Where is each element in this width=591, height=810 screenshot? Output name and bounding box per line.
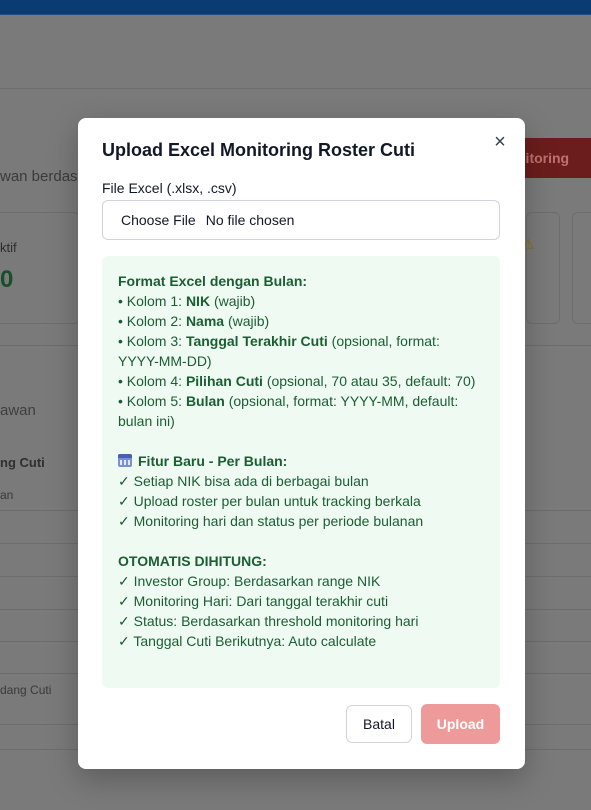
section-title: awan [0, 402, 36, 419]
auto-item: ✓ Monitoring Hari: Dari tanggal terakhir… [118, 593, 389, 609]
close-icon[interactable]: × [490, 132, 510, 152]
stat-card [526, 212, 560, 324]
file-status-text: No file chosen [205, 212, 295, 228]
auto-item: ✓ Tanggal Cuti Berikutnya: Auto calculat… [118, 633, 377, 649]
stat-card-value: 0 [0, 266, 14, 293]
feature-item: ✓ Setiap NIK bisa ada di berbagai bulan [118, 473, 369, 489]
auto-item: ✓ Investor Group: Berdasarkan range NIK [118, 573, 381, 589]
table-cell: an [0, 488, 14, 502]
file-field-label: File Excel (.xlsx, .csv) [102, 180, 237, 196]
auto-heading: OTOMATIS DIHITUNG: [118, 553, 267, 569]
feature-item: ✓ Monitoring hari dan status per periode… [118, 513, 424, 529]
stat-card [572, 212, 591, 324]
format-item-col1: • Kolom 1: NIK (wajib) [118, 293, 256, 309]
format-info-box: Format Excel dengan Bulan: • Kolom 1: NI… [102, 256, 500, 688]
calendar-icon [118, 454, 132, 467]
format-item-col4: • Kolom 4: Pilihan Cuti (opsional, 70 at… [118, 373, 476, 389]
feature-item: ✓ Upload roster per bulan untuk tracking… [118, 493, 421, 509]
format-item-col5: • Kolom 5: Bulan (opsional, format: YYYY… [118, 393, 459, 429]
table-column-header: ng Cuti [0, 455, 45, 470]
upload-button[interactable]: Upload [421, 704, 500, 744]
page-subtitle: wan berdas [0, 168, 78, 185]
choose-file-button[interactable]: Choose File [121, 212, 196, 228]
upload-modal: Upload Excel Monitoring Roster Cuti × Fi… [78, 118, 525, 769]
modal-title: Upload Excel Monitoring Roster Cuti [102, 140, 416, 160]
format-item-col3: • Kolom 3: Tanggal Terakhir Cuti (opsion… [118, 333, 440, 369]
stat-card-label: ktif [0, 240, 17, 255]
file-input[interactable]: Choose File No file chosen [102, 200, 500, 240]
top-navbar [0, 0, 591, 15]
cancel-button[interactable]: Batal [346, 705, 412, 743]
feature-heading: Fitur Baru - Per Bulan: [118, 451, 484, 471]
format-item-col2: • Kolom 2: Nama (wajib) [118, 313, 270, 329]
format-heading: Format Excel dengan Bulan: [118, 273, 308, 289]
table-cell: dang Cuti [0, 683, 52, 697]
auto-item: ✓ Status: Berdasarkan threshold monitori… [118, 613, 419, 629]
divider [0, 88, 591, 89]
